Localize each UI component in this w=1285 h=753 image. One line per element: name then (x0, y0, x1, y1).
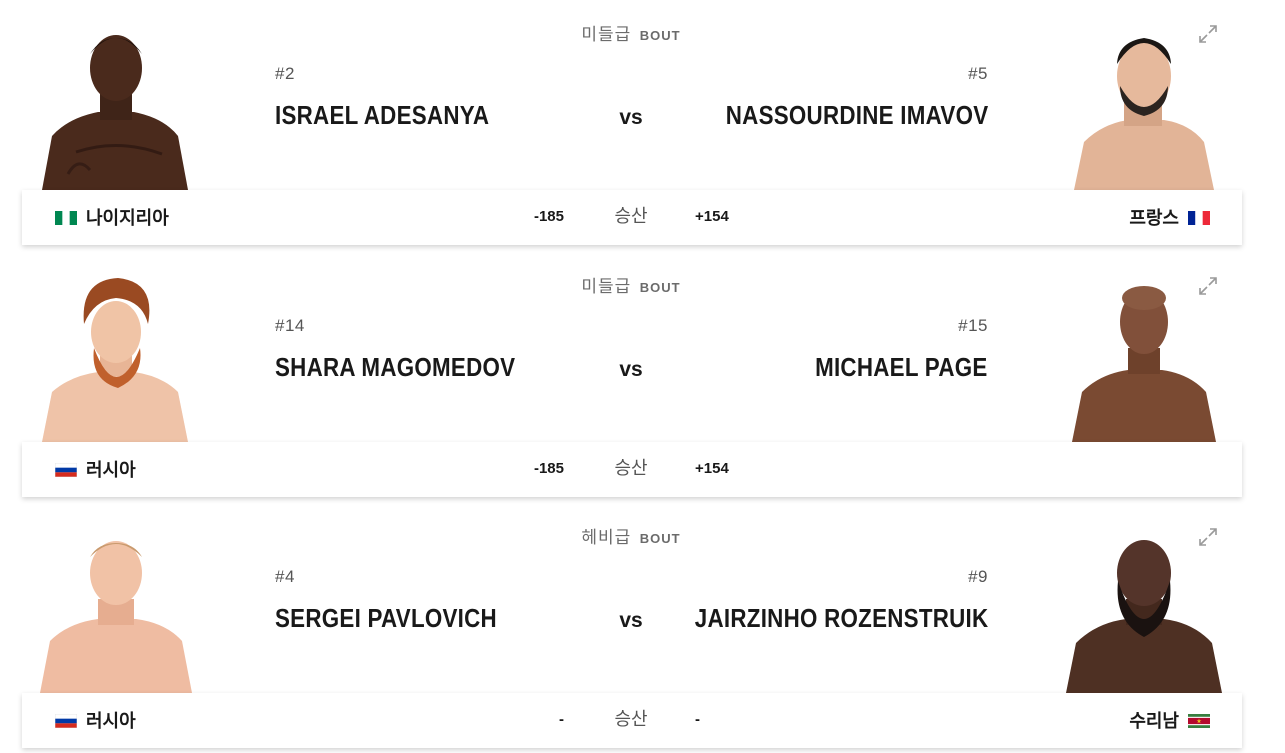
blue-fighter-rank: #5 (968, 64, 988, 83)
red-fighter-country: 러시아 (54, 456, 136, 482)
odds-label: 승산 (614, 458, 648, 479)
nigeria-flag-icon (55, 209, 77, 225)
bout-card: 미들급 BOUT #2 ISRAEL ADESANYA vs #5 NASSOU… (0, 0, 1285, 250)
bout-label: BOUT (639, 28, 681, 43)
weight-class-label: 미들급 (581, 25, 632, 45)
blue-fighter-name[interactable]: NASSOURDINE IMAVOV (725, 100, 988, 131)
red-corner-fighter-photo[interactable] (38, 527, 194, 693)
country-name: 러시아 (86, 711, 136, 732)
blue-corner-fighter-photo[interactable] (1066, 276, 1222, 442)
blue-fighter-name[interactable]: JAIRZINHO ROZENSTRUIK (694, 603, 988, 634)
country-name: 수리남 (1129, 711, 1179, 732)
blue-fighter-odds: +154 (695, 208, 729, 225)
blue-fighter-name[interactable]: MICHAEL PAGE (816, 352, 988, 383)
odds-label: 승산 (614, 709, 648, 730)
suriname-flag-icon (1188, 712, 1210, 728)
red-fighter-odds: - (559, 711, 564, 728)
red-corner-fighter-photo[interactable] (38, 276, 194, 442)
vs-label: vs (619, 106, 643, 129)
russia-flag-icon (54, 712, 78, 729)
red-fighter-country: 러시아 (54, 707, 136, 733)
blue-fighter-odds: +154 (695, 460, 729, 477)
blue-fighter-rank: #15 (958, 316, 988, 335)
country-name: 프랑스 (1129, 208, 1179, 229)
blue-fighter-odds: - (695, 711, 700, 728)
russia-flag-icon (54, 461, 78, 478)
blue-fighter-country: 프랑스 (1129, 204, 1210, 230)
blue-fighter-rank: #9 (968, 567, 988, 586)
red-fighter-odds: -185 (533, 460, 564, 477)
weight-class-label: 헤비급 (581, 528, 632, 548)
red-corner-fighter-photo[interactable] (38, 24, 194, 190)
odds-label: 승산 (614, 206, 648, 227)
odds-bar: 나이지리아 -185 승산 +154 프랑스 (22, 190, 1242, 245)
red-fighter-name[interactable]: SHARA MAGOMEDOV (275, 352, 515, 383)
blue-fighter-country: 수리남 (1129, 707, 1210, 733)
red-fighter-rank: #4 (275, 567, 295, 586)
blue-corner-fighter-photo[interactable] (1066, 24, 1222, 190)
vs-label: vs (619, 609, 643, 632)
blue-corner-fighter-photo[interactable] (1066, 527, 1222, 693)
red-fighter-name[interactable]: ISRAEL ADESANYA (275, 100, 489, 131)
bout-label: BOUT (639, 531, 681, 546)
odds-bar: 러시아 - 승산 - 수리남 (22, 693, 1242, 748)
red-fighter-rank: #14 (275, 316, 305, 335)
weight-class-label: 미들급 (581, 277, 632, 297)
bout-label: BOUT (639, 280, 681, 295)
bout-card: 미들급 BOUT #14 SHARA MAGOMEDOV vs #15 MICH… (0, 252, 1285, 502)
red-fighter-rank: #2 (275, 64, 295, 83)
odds-bar: 러시아 -185 승산 +154 (22, 442, 1242, 497)
country-name: 러시아 (86, 460, 136, 481)
red-fighter-name[interactable]: SERGEI PAVLOVICH (275, 603, 497, 634)
country-name: 나이지리아 (86, 208, 169, 229)
red-fighter-odds: -185 (533, 208, 564, 225)
vs-label: vs (619, 358, 643, 381)
red-fighter-country: 나이지리아 (55, 204, 169, 230)
france-flag-icon (1188, 209, 1210, 225)
bout-card: 헤비급 BOUT #4 SERGEI PAVLOVICH vs #9 JAIRZ… (0, 503, 1285, 753)
